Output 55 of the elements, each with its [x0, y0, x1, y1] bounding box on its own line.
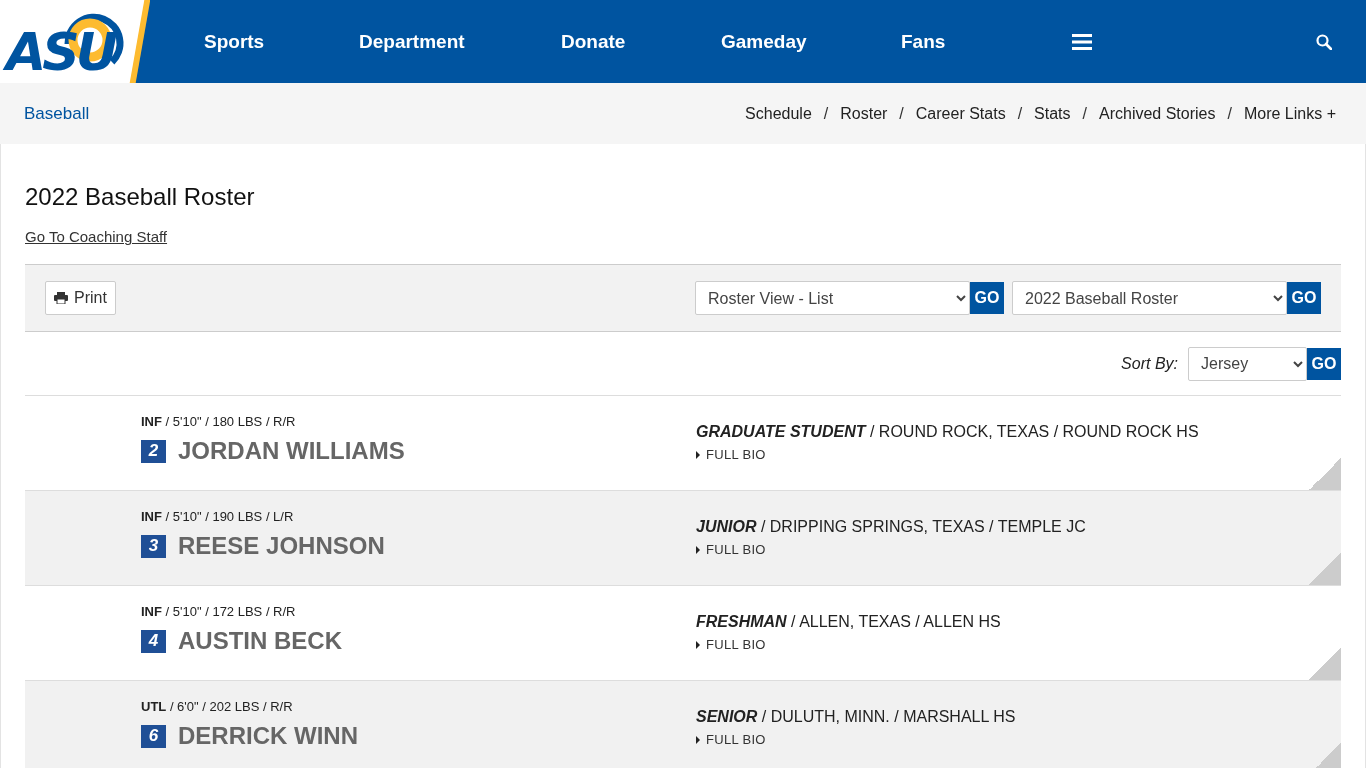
jersey-number: 3 [141, 534, 166, 558]
sort-label: Sort By: [1121, 354, 1178, 373]
dropdown[interactable]: Jersey [1188, 346, 1307, 381]
search-icon[interactable] [1316, 33, 1332, 50]
subnav-link[interactable]: Roster [840, 104, 888, 123]
player-details: UTL / 6'0" / 202 LBS / R/R [141, 699, 294, 714]
player-hometown: JUNIOR / DRIPPING SPRINGS, TEXAS / TEMPLE JC [696, 518, 1086, 536]
nav-link[interactable]: Department [359, 30, 561, 53]
player-hometown: GRADUATE STUDENT / ROUND ROCK, TEXAS / ROUND ROCK HS [696, 423, 1199, 441]
go-button[interactable]: GO [1307, 347, 1341, 380]
separator: / [1017, 104, 1023, 123]
subnav-link[interactable]: More Links + [1243, 104, 1336, 123]
player-details: INF / 5'10" / 180 LBS / R/R [141, 414, 297, 429]
full-bio-link[interactable]: FULL BIO [696, 637, 1001, 652]
menu-icon[interactable] [1072, 33, 1092, 50]
player-name[interactable]: AUSTIN BECK [178, 627, 342, 655]
subnav-link[interactable]: Career Stats [915, 104, 1006, 123]
nav-link[interactable]: Sports [204, 30, 359, 53]
player-details: INF / 5'10" / 172 LBS / R/R [141, 604, 297, 619]
full-bio-link[interactable]: FULL BIO [696, 542, 1086, 557]
player-details: INF / 5'10" / 190 LBS / L/R [141, 509, 295, 524]
dropdown[interactable]: Roster View - List [695, 281, 970, 315]
full-bio-link[interactable]: FULL BIO [696, 732, 1016, 747]
go-button[interactable]: GO [1287, 282, 1321, 314]
nav-link[interactable]: Gameday [721, 30, 901, 53]
separator: / [823, 104, 829, 123]
page-title: 2022 Baseball Roster [25, 182, 256, 212]
logo[interactable]: ASU [4, 4, 130, 80]
separator: / [1082, 104, 1087, 123]
nav-link[interactable]: Donate [561, 30, 721, 53]
nav-link[interactable]: Fans [901, 30, 946, 53]
jersey-number: 2 [141, 439, 166, 463]
printer-icon [54, 292, 68, 304]
caret-icon [696, 640, 700, 649]
caret-icon [696, 450, 700, 459]
go-button[interactable]: GO [970, 282, 1004, 314]
sport-link[interactable]: Baseball [24, 103, 90, 124]
caret-icon [696, 735, 700, 744]
caret-icon [696, 545, 700, 554]
player-name[interactable]: DERRICK WINN [178, 722, 358, 750]
print-button[interactable]: Print [45, 281, 116, 315]
player-name[interactable]: REESE JOHNSON [178, 532, 385, 560]
jersey-number: 4 [141, 629, 166, 653]
subnav-link[interactable]: Stats [1034, 104, 1071, 123]
full-bio-link[interactable]: FULL BIO [696, 447, 1199, 462]
coaching-staff-link[interactable]: Go To Coaching Staff [25, 228, 168, 245]
player-hometown: SENIOR / DULUTH, MINN. / MARSHALL HS [696, 708, 1016, 726]
player-name[interactable]: JORDAN WILLIAMS [178, 437, 405, 465]
separator: / [1227, 104, 1232, 123]
separator: / [899, 104, 904, 123]
subnav-link[interactable]: Schedule [745, 104, 812, 123]
jersey-number: 6 [141, 724, 166, 748]
player-hometown: FRESHMAN / ALLEN, TEXAS / ALLEN HS [696, 613, 1001, 631]
subnav-link[interactable]: Archived Stories [1099, 104, 1216, 123]
dropdown[interactable]: 2022 Baseball Roster [1012, 281, 1287, 315]
